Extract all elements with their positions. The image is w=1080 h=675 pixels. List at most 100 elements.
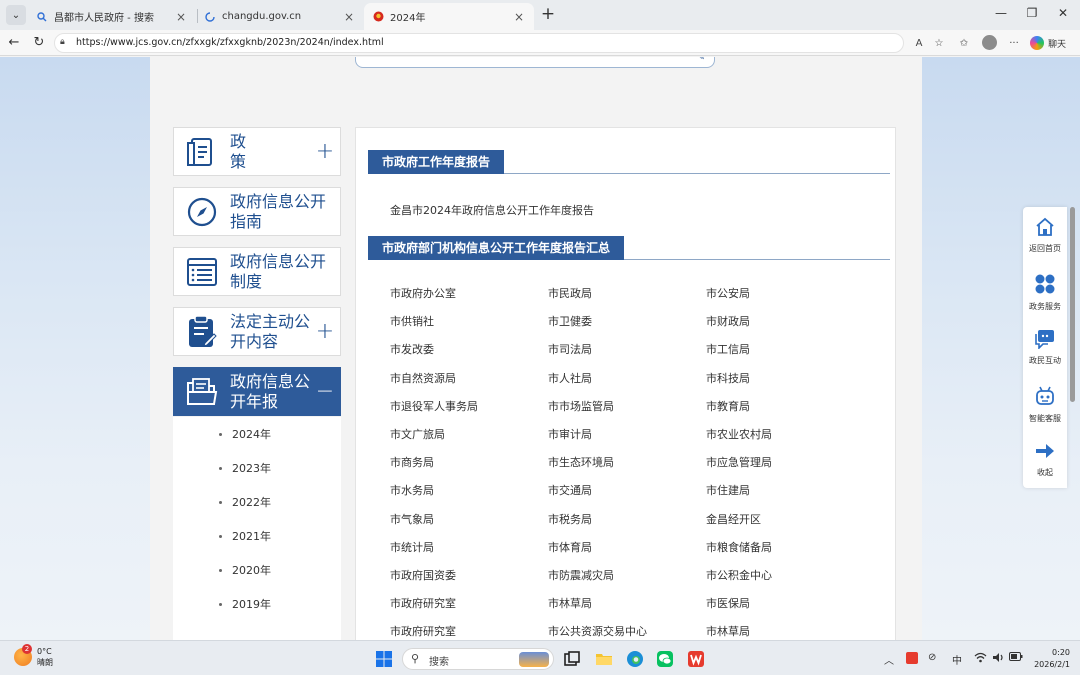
favorite-star-icon[interactable]: ☆ [932, 37, 946, 51]
float-item-assistant[interactable]: 智能客服 [1023, 379, 1067, 435]
page-scrollbar[interactable] [1070, 207, 1075, 402]
department-report-link[interactable]: 市民政局 [548, 285, 592, 301]
department-report-link[interactable]: 市水务局 [390, 482, 434, 498]
tab-2024[interactable]: 2024年 × [364, 3, 534, 30]
refresh-icon[interactable]: ↻ [30, 34, 48, 52]
sidebar-item-annual-report[interactable]: 政府信息公开年报 − [173, 367, 341, 416]
department-report-link[interactable]: 市卫健委 [548, 313, 592, 329]
department-report-link[interactable]: 市林草局 [548, 595, 592, 611]
wps-office-icon[interactable] [687, 650, 705, 668]
department-report-link[interactable]: 市住建局 [706, 482, 750, 498]
department-report-link[interactable]: 市审计局 [548, 426, 592, 442]
battery-icon[interactable] [1009, 652, 1023, 664]
chevron-up-icon[interactable]: ︿ [884, 652, 894, 667]
department-report-link[interactable]: 市政府研究室 [390, 595, 456, 611]
favorites-list-icon[interactable]: ✩ [957, 37, 971, 51]
tab-list-button[interactable]: ⌄ [6, 5, 26, 25]
department-report-link[interactable]: 市自然资源局 [390, 370, 456, 386]
more-icon[interactable]: ··· [1007, 37, 1021, 51]
network-off-icon[interactable]: ⊘ [928, 652, 936, 663]
department-report-link[interactable]: 市统计局 [390, 539, 434, 555]
sidebar-item-statutory[interactable]: 法定主动公开内容 + [173, 307, 341, 356]
department-report-link[interactable]: 市司法局 [548, 341, 592, 357]
department-report-link[interactable]: 市农业农村局 [706, 426, 772, 442]
department-report-link[interactable]: 市公共资源交易中心 [548, 623, 647, 639]
department-report-link[interactable]: 市市场监管局 [548, 398, 614, 414]
department-report-link[interactable]: 市商务局 [390, 454, 434, 470]
department-report-link[interactable]: 市公安局 [706, 285, 750, 301]
expand-plus-icon[interactable]: + [310, 139, 340, 164]
windows-start-icon[interactable] [375, 650, 393, 668]
wechat-icon[interactable] [656, 650, 674, 668]
year-link-2023[interactable]: 2023年 [173, 451, 341, 485]
restore-icon[interactable]: ❐ [1024, 6, 1040, 20]
department-report-link[interactable]: 市供销社 [390, 313, 434, 329]
ime-indicator[interactable]: 中 [952, 652, 962, 667]
site-search-input[interactable]: ✎ [355, 57, 715, 68]
taskbar-search-input[interactable]: ⚲ 搜索 [402, 648, 554, 670]
close-icon[interactable]: × [174, 10, 188, 24]
task-view-icon[interactable] [563, 650, 581, 668]
department-report-link[interactable]: 市体育局 [548, 539, 592, 555]
department-report-link[interactable]: 市粮食储备局 [706, 539, 772, 555]
read-aloud-icon[interactable]: A [912, 37, 926, 51]
department-report-link[interactable]: 市医保局 [706, 595, 750, 611]
department-report-link[interactable]: 市交通局 [548, 482, 592, 498]
expand-plus-icon[interactable]: + [310, 319, 340, 344]
close-window-icon[interactable]: ✕ [1055, 6, 1071, 20]
department-report-link[interactable]: 市退役军人事务局 [390, 398, 478, 414]
department-report-link[interactable]: 市林草局 [706, 623, 750, 639]
department-report-link[interactable]: 市财政局 [706, 313, 750, 329]
float-item-services[interactable]: 政务服务 [1023, 267, 1067, 323]
department-report-link[interactable]: 市工信局 [706, 341, 750, 357]
department-report-link[interactable]: 市政府研究室 [390, 623, 456, 639]
tab-search[interactable]: 昌都市人民政府 - 搜索 × [28, 3, 196, 30]
new-tab-button[interactable]: + [538, 5, 558, 25]
float-item-home[interactable]: 返回首页 [1023, 211, 1067, 267]
department-report-link[interactable]: 市税务局 [548, 511, 592, 527]
department-report-link[interactable]: 市生态环境局 [548, 454, 614, 470]
tab-changdu[interactable]: changdu.gov.cn × [196, 3, 364, 30]
year-link-2020[interactable]: 2020年 [173, 553, 341, 587]
sidebar-item-policy[interactable]: 政 策 + [173, 127, 341, 176]
search-icon[interactable]: ✎ [697, 57, 705, 63]
collapse-minus-icon[interactable]: − [310, 379, 340, 404]
department-report-link[interactable]: 金昌经开区 [706, 511, 761, 527]
sidebar-item-guide[interactable]: 政府信息公开指南 [173, 187, 341, 236]
department-report-link[interactable]: 市文广旅局 [390, 426, 445, 442]
edge-browser-icon[interactable] [626, 650, 644, 668]
year-link-2019[interactable]: 2019年 [173, 587, 341, 621]
department-report-link[interactable]: 市应急管理局 [706, 454, 772, 470]
department-report-link[interactable]: 市发改委 [390, 341, 434, 357]
department-report-link[interactable]: 市政府办公室 [390, 285, 456, 301]
close-icon[interactable]: × [512, 10, 526, 24]
file-explorer-icon[interactable] [595, 650, 613, 668]
float-item-interaction[interactable]: 政民互动 [1023, 323, 1067, 379]
year-link-2022[interactable]: 2022年 [173, 485, 341, 519]
year-link-2024[interactable]: 2024年 [173, 417, 341, 451]
sun-icon: 2 [14, 644, 32, 666]
minimize-icon[interactable]: — [993, 6, 1009, 20]
department-report-link[interactable]: 市科技局 [706, 370, 750, 386]
annual-report-link[interactable]: 金昌市2024年政府信息公开工作年度报告 [390, 202, 594, 218]
volume-icon[interactable] [992, 652, 1004, 666]
department-report-link[interactable]: 市教育局 [706, 398, 750, 414]
chat-button[interactable]: 聊天 [1030, 35, 1066, 51]
department-report-link[interactable]: 市防震减灾局 [548, 567, 614, 583]
url-field[interactable]: 🔒︎ https://www.jcs.gov.cn/zfxxgk/zfxxgkn… [54, 33, 904, 53]
department-report-link[interactable]: 市公积金中心 [706, 567, 772, 583]
department-report-link[interactable]: 市人社局 [548, 370, 592, 386]
department-report-link[interactable]: 市气象局 [390, 511, 434, 527]
float-item-collapse[interactable]: 收起 [1023, 435, 1067, 491]
system-clock[interactable]: 0:20 2026/2/1 [1026, 647, 1070, 671]
year-submenu: 2024年 2023年 2022年 2021年 2020年 2019年 [173, 417, 341, 640]
sidebar-item-system[interactable]: 政府信息公开制度 [173, 247, 341, 296]
department-report-link[interactable]: 市政府国资委 [390, 567, 456, 583]
year-link-2021[interactable]: 2021年 [173, 519, 341, 553]
profile-avatar[interactable] [982, 35, 997, 50]
wps-tray-icon[interactable] [906, 652, 918, 667]
close-icon[interactable]: × [342, 10, 356, 24]
back-icon[interactable]: ← [5, 34, 23, 52]
wifi-icon[interactable] [974, 652, 987, 666]
weather-widget[interactable]: 2 0°C 晴朗 [14, 644, 53, 668]
